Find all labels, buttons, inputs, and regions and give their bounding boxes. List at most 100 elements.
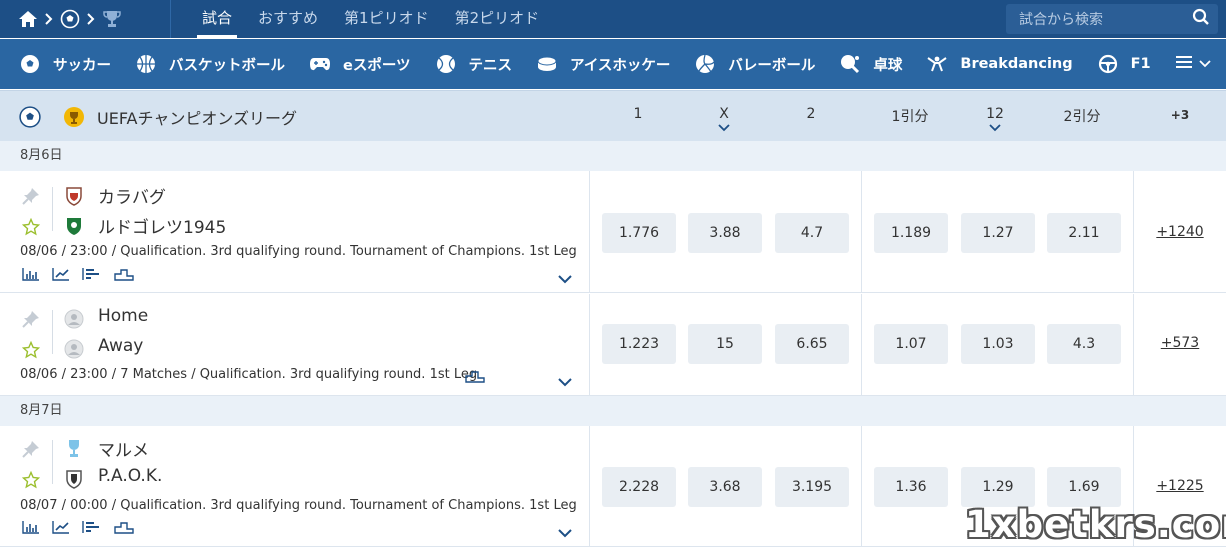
pin-icon[interactable] (22, 310, 40, 332)
hockey-puck-icon (536, 53, 558, 75)
stats-icons (22, 266, 134, 285)
line-chart-icon[interactable] (52, 519, 70, 538)
trophy-icon[interactable] (102, 10, 122, 28)
team-home-name[interactable]: Home (98, 306, 148, 326)
search-icon[interactable] (1192, 8, 1218, 30)
list-stats-icon[interactable] (82, 519, 102, 538)
team-home-name[interactable]: カラバグ (98, 183, 166, 208)
tab-first-period[interactable]: 第1ピリオド (331, 0, 442, 38)
odds-button[interactable]: 1.27 (961, 213, 1035, 253)
pin-icon[interactable] (22, 187, 40, 209)
match-row[interactable]: Home Away 08/06 / 23:00 / 7 Matches / Qual… (0, 294, 1226, 396)
podium-icon[interactable] (114, 519, 134, 538)
team-logo (64, 309, 84, 329)
star-icon[interactable] (21, 470, 41, 493)
podium-icon[interactable] (114, 266, 134, 285)
bar-chart-icon[interactable] (22, 266, 40, 285)
more-bets-link[interactable]: +1225 (1150, 478, 1210, 494)
odds-button[interactable]: 1.223 (602, 324, 676, 364)
trophy-icon (63, 106, 85, 132)
match-details: 08/07 / 00:00 / Qualification. 3rd quali… (20, 498, 577, 513)
league-name: UEFAチャンピオンズリーグ (97, 109, 298, 128)
column-header-12[interactable]: 12 (965, 106, 1025, 132)
more-bets-link[interactable]: +1240 (1150, 224, 1210, 240)
volleyball-icon (694, 53, 716, 75)
odds-button[interactable]: 4.3 (1047, 324, 1121, 364)
list-stats-icon[interactable] (82, 266, 102, 285)
soccer-ball-icon[interactable] (60, 9, 80, 29)
watermark: 1xbetkrs.com (965, 503, 1226, 546)
team-away-name[interactable]: P.A.O.K. (98, 466, 162, 486)
sport-basketball[interactable]: バスケットボール (135, 53, 285, 75)
team-logo (64, 186, 84, 206)
column-label: 2引分 (1063, 109, 1101, 125)
column-header-x[interactable]: X (694, 106, 754, 132)
soccer-ball-icon (19, 53, 41, 75)
breadcrumb (0, 9, 170, 29)
bar-chart-icon[interactable] (22, 519, 40, 538)
tab-matches[interactable]: 試合 (189, 0, 245, 38)
line-chart-icon[interactable] (52, 266, 70, 285)
chevron-down-icon[interactable] (557, 269, 573, 288)
stats-icons (22, 519, 134, 538)
home-icon[interactable] (18, 10, 38, 28)
odds-button[interactable]: 1.36 (874, 467, 948, 507)
match-row[interactable]: カラバグルドゴレツ1945 08/06 / 23:00 / Qualificati… (0, 171, 1226, 293)
date-row: 8月6日 (0, 141, 1226, 171)
team-away-name[interactable]: ルドゴレツ1945 (98, 213, 226, 238)
tab-bar: 試合 おすすめ 第1ピリオド 第2ピリオド (171, 0, 552, 38)
soccer-ball-icon (19, 106, 41, 132)
sport-ice-hockey[interactable]: アイスホッケー (536, 53, 670, 75)
odds-button[interactable]: 3.195 (775, 467, 849, 507)
podium-icon[interactable] (465, 368, 485, 387)
table-tennis-icon (839, 53, 861, 75)
star-icon[interactable] (21, 340, 41, 363)
match-details: 08/06 / 23:00 / 7 Matches / Qualificatio… (20, 367, 478, 382)
sport-tennis[interactable]: テニス (435, 53, 513, 75)
odds-button[interactable]: 15 (688, 324, 762, 364)
tab-recommended[interactable]: おすすめ (245, 0, 331, 38)
sport-volleyball[interactable]: バレーボール (694, 53, 815, 75)
column-label: +3 (1170, 108, 1190, 122)
chevron-down-icon[interactable] (557, 372, 573, 391)
odds-button[interactable]: 4.7 (775, 213, 849, 253)
odds-button[interactable]: 1.07 (874, 324, 948, 364)
divider (861, 426, 862, 546)
more-bets-link[interactable]: +573 (1150, 335, 1210, 351)
more-sports-menu[interactable] (1175, 54, 1211, 74)
match-details: 08/06 / 23:00 / Qualification. 3rd quali… (20, 244, 577, 259)
odds-button[interactable]: 1.776 (602, 213, 676, 253)
basketball-icon (135, 53, 157, 75)
odds-button[interactable]: 1.29 (961, 467, 1035, 507)
chevron-right-icon (87, 13, 95, 25)
odds-button[interactable]: 6.65 (775, 324, 849, 364)
sport-breakdancing[interactable]: Breakdancing (926, 53, 1073, 75)
tennis-ball-icon (435, 53, 457, 75)
column-header-more[interactable]: +3 (1150, 108, 1210, 122)
sport-soccer[interactable]: サッカー (19, 53, 111, 75)
breakdancing-icon (926, 53, 948, 75)
odds-button[interactable]: 3.68 (688, 467, 762, 507)
sport-esports[interactable]: eスポーツ (309, 53, 411, 75)
search-input[interactable]: 試合から検索 (1006, 4, 1218, 34)
team-away-name[interactable]: Away (98, 336, 143, 356)
league-header[interactable]: UEFAチャンピオンズリーグ 1 X 2 1引分 12 2引分 +3 (0, 90, 1226, 141)
tab-second-period[interactable]: 第2ピリオド (442, 0, 553, 38)
odds-button[interactable]: 2.228 (602, 467, 676, 507)
odds-button[interactable]: 1.03 (961, 324, 1035, 364)
star-icon[interactable] (21, 217, 41, 240)
divider (52, 187, 53, 231)
sport-table-tennis[interactable]: 卓球 (839, 53, 902, 75)
team-logo (64, 469, 84, 489)
pin-icon[interactable] (22, 440, 40, 462)
sport-label: テニス (468, 57, 513, 74)
team-home-name[interactable]: マルメ (98, 436, 149, 461)
odds-button[interactable]: 1.189 (874, 213, 948, 253)
sport-label: バスケットボール (169, 57, 285, 74)
divider (861, 171, 862, 292)
sport-f1[interactable]: F1 (1097, 53, 1151, 75)
odds-button[interactable]: 1.69 (1047, 467, 1121, 507)
odds-button[interactable]: 3.88 (688, 213, 762, 253)
chevron-down-icon[interactable] (557, 523, 573, 542)
odds-button[interactable]: 2.11 (1047, 213, 1121, 253)
